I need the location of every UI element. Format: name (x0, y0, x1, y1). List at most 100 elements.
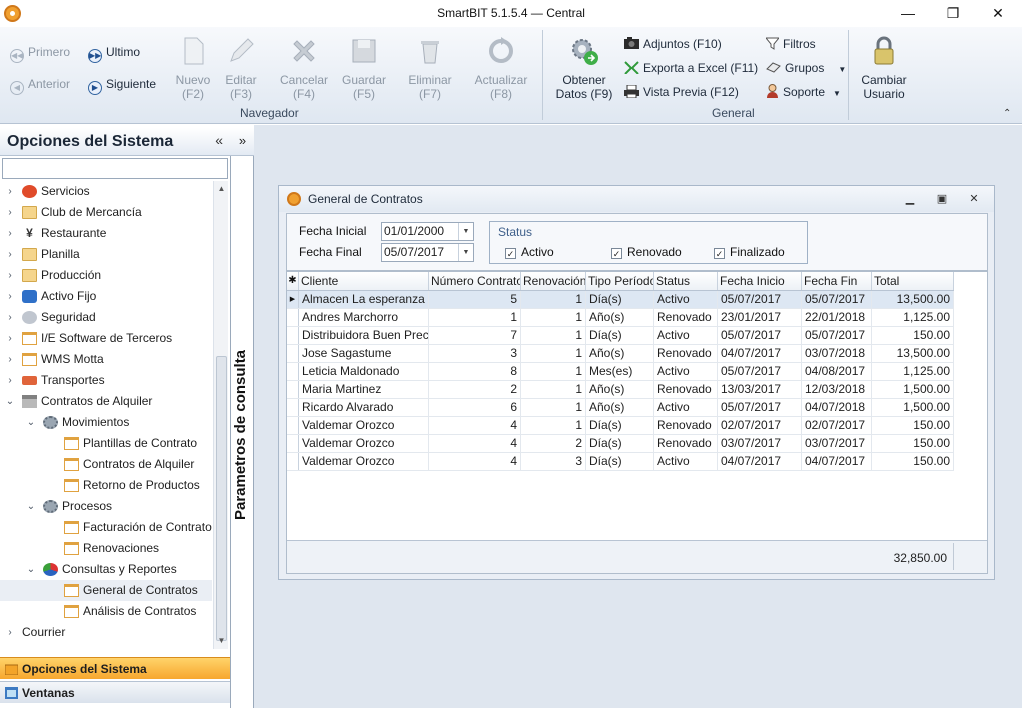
table-row[interactable]: Distribuidora Buen Precio 7 1 Día(s) Activo 0… (287, 327, 954, 345)
row-indicator[interactable] (287, 363, 299, 380)
anterior-button[interactable]: ◀ Anterior (10, 76, 70, 95)
table-row[interactable]: Valdemar Orozco 4 2 Día(s) Renovado 03/07/201… (287, 435, 954, 453)
minimize-button[interactable]: — (885, 0, 931, 27)
adjuntos-button[interactable]: Adjuntos (F10) (624, 36, 722, 52)
close-button[interactable]: ✕ (975, 0, 1021, 27)
tab-opciones-del-sistema[interactable]: Opciones del Sistema (0, 657, 230, 679)
sidebar-item[interactable]: General de Contratos (0, 580, 212, 601)
column-header[interactable]: Tipo Período (586, 272, 654, 290)
sidebar-scrollbar[interactable]: ▲ ▼ (213, 181, 228, 649)
chevron-down-icon[interactable]: ⌄ (25, 496, 37, 517)
column-header[interactable]: Total (872, 272, 954, 290)
child-close-button[interactable]: ✕ (963, 190, 985, 208)
sidebar-item[interactable]: › WMS Motta (0, 349, 212, 370)
table-row[interactable]: Maria Martinez 2 1 Año(s) Renovado 13/03/2017… (287, 381, 954, 399)
row-indicator[interactable] (287, 327, 299, 344)
scroll-thumb[interactable] (216, 356, 227, 641)
sidebar-item[interactable]: Plantillas de Contrato (0, 433, 212, 454)
table-row[interactable]: Leticia Maldonado 8 1 Mes(es) Activo 05/07/20… (287, 363, 954, 381)
column-header[interactable]: Fecha Inicio (718, 272, 802, 290)
sidebar-item[interactable]: ⌄ Movimientos (0, 412, 212, 433)
maximize-button[interactable]: ❐ (930, 0, 976, 27)
fecha-inicial-input[interactable]: 01/01/2000 ▼ (381, 222, 474, 241)
sidebar-item[interactable]: ⌄ Contratos de Alquiler (0, 391, 212, 412)
grupos-button[interactable]: Grupos ▼ (766, 60, 846, 76)
table-row[interactable]: Valdemar Orozco 4 1 Día(s) Renovado 02/07/201… (287, 417, 954, 435)
chevron-right-icon[interactable]: › (4, 370, 16, 391)
exporta-excel-button[interactable]: Exporta a Excel (F11) (624, 60, 758, 76)
primero-button[interactable]: ◀◀ Primero (10, 44, 70, 63)
sidebar-item[interactable]: Análisis de Contratos (0, 601, 212, 622)
column-header[interactable]: Número Contrato (429, 272, 521, 290)
fecha-inicial-dropdown-icon[interactable]: ▼ (458, 223, 473, 240)
sidebar-item[interactable]: › Servicios (0, 181, 212, 202)
sidebar-item[interactable]: Renovaciones (0, 538, 212, 559)
table-row[interactable]: ▶ Almacen La esperanza 5 1 Día(s) Activo 05/07… (287, 291, 954, 309)
sidebar-collapse-icon[interactable]: « (215, 132, 223, 148)
row-indicator[interactable] (287, 435, 299, 452)
chevron-right-icon[interactable]: › (4, 286, 16, 307)
parameters-panel-label[interactable]: Parametros de consulta (232, 337, 254, 533)
row-indicator[interactable] (287, 381, 299, 398)
table-row[interactable]: Andres Marchorro 1 1 Año(s) Renovado 23/01/20… (287, 309, 954, 327)
siguiente-button[interactable]: ▶ Siguiente (88, 76, 156, 95)
chevron-right-icon[interactable]: › (4, 244, 16, 265)
row-indicator[interactable]: ▶ (287, 291, 299, 308)
nuevo-button[interactable]: Nuevo (F2) (170, 35, 216, 101)
eliminar-button[interactable]: Eliminar (F7) (402, 35, 458, 101)
cambiar-usuario-button[interactable]: Cambiar Usuario (856, 35, 912, 101)
filtros-button[interactable]: Filtros (764, 36, 816, 52)
obtener-datos-button[interactable]: Obtener Datos (F9) (553, 35, 615, 101)
editar-button[interactable]: Editar (F3) (218, 35, 264, 101)
soporte-button[interactable]: Soporte ▼ (766, 84, 841, 100)
renovado-checkbox[interactable]: ✓ Renovado (611, 245, 682, 259)
column-header[interactable]: Renovación (521, 272, 586, 290)
ultimo-button[interactable]: ▶▶ Ultimo (88, 44, 140, 63)
chevron-right-icon[interactable]: › (4, 265, 16, 286)
sidebar-item[interactable]: › Planilla (0, 244, 212, 265)
table-row[interactable]: Ricardo Alvarado 6 1 Año(s) Activo 05/07/2017… (287, 399, 954, 417)
chevron-down-icon[interactable]: ⌄ (25, 559, 37, 580)
column-header[interactable]: Fecha Fin (802, 272, 872, 290)
sidebar-item[interactable]: ⌄ Consultas y Reportes (0, 559, 212, 580)
chevron-right-icon[interactable]: › (4, 307, 16, 328)
actualizar-button[interactable]: Actualizar (F8) (470, 35, 532, 101)
finalizado-checkbox[interactable]: ✓ Finalizado (714, 245, 785, 259)
chevron-right-icon[interactable]: › (4, 202, 16, 223)
sidebar-item[interactable]: Facturación de Contratos (0, 517, 212, 538)
chevron-down-icon[interactable]: ⌄ (25, 412, 37, 433)
vista-previa-button[interactable]: Vista Previa (F12) (624, 84, 739, 100)
row-indicator[interactable] (287, 345, 299, 362)
guardar-button[interactable]: Guardar (F5) (338, 35, 390, 101)
chevron-right-icon[interactable]: › (4, 181, 16, 202)
column-header[interactable]: Status (654, 272, 718, 290)
column-header[interactable]: Cliente (299, 272, 429, 290)
fecha-final-dropdown-icon[interactable]: ▼ (458, 244, 473, 261)
sidebar-search-input[interactable] (2, 158, 228, 179)
chevron-right-icon[interactable]: › (4, 328, 16, 349)
chevron-right-icon[interactable]: › (4, 223, 16, 244)
row-indicator[interactable] (287, 453, 299, 470)
child-minimize-button[interactable]: ▁ (899, 190, 921, 208)
ribbon-collapse-icon[interactable]: ⌃ (1003, 108, 1011, 119)
sidebar-item[interactable]: › I/E Software de Terceros (0, 328, 212, 349)
table-row[interactable]: Jose Sagastume 3 1 Año(s) Renovado 04/07/2017… (287, 345, 954, 363)
table-row[interactable]: Valdemar Orozco 4 3 Día(s) Activo 04/07/2017 0… (287, 453, 954, 471)
sidebar-item[interactable]: Contratos de Alquiler (0, 454, 212, 475)
row-indicator[interactable] (287, 399, 299, 416)
expand-parameters-button[interactable]: » (231, 128, 254, 156)
sidebar-item[interactable]: › Seguridad (0, 307, 212, 328)
sidebar-item[interactable]: › Courrier (0, 622, 212, 643)
tab-ventanas[interactable]: Ventanas (0, 681, 230, 703)
chevron-right-icon[interactable]: › (4, 622, 16, 643)
sidebar-item[interactable]: › ¥ Restaurante (0, 223, 212, 244)
sidebar-item[interactable]: › Club de Mercancía (0, 202, 212, 223)
sidebar-item[interactable]: › Activo Fijo (0, 286, 212, 307)
sidebar-item[interactable]: ⌄ Procesos (0, 496, 212, 517)
row-indicator[interactable] (287, 309, 299, 326)
child-restore-button[interactable]: ▣ (931, 190, 953, 208)
row-indicator[interactable] (287, 417, 299, 434)
sidebar-item[interactable]: › Producción (0, 265, 212, 286)
chevron-right-icon[interactable]: › (4, 349, 16, 370)
fecha-final-input[interactable]: 05/07/2017 ▼ (381, 243, 474, 262)
